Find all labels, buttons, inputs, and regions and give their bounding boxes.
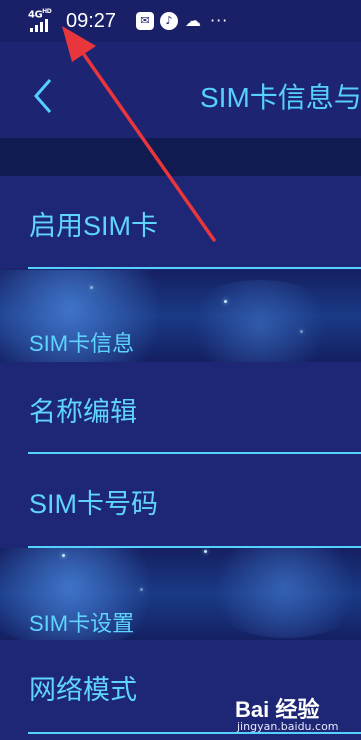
list-item-enable-sim[interactable]: 启用SIM卡 xyxy=(0,176,361,269)
message-icon: ✉ xyxy=(136,11,154,30)
chevron-left-icon[interactable] xyxy=(30,76,56,116)
section-title-sim-info: SIM卡信息 xyxy=(29,331,135,356)
network-hd: HD xyxy=(42,8,52,15)
section-header-sim-info: SIM卡信息 xyxy=(0,270,361,362)
status-time: 09:27 xyxy=(66,10,117,32)
list-item-label: 网络模式 xyxy=(29,675,137,705)
list-item-name-edit[interactable]: 名称编辑 xyxy=(0,362,361,454)
app-notification-icon: ♪ xyxy=(160,11,178,30)
page-title: SIM卡信息与 xyxy=(200,82,361,113)
section-header-sim-settings: SIM卡设置 xyxy=(0,548,361,640)
list-item-sim-number[interactable]: SIM卡号码 xyxy=(0,454,361,548)
list-item-label: 名称编辑 xyxy=(29,397,137,427)
app-header: SIM卡信息与 xyxy=(0,42,361,138)
divider xyxy=(28,267,361,269)
network-type: 4G xyxy=(28,9,43,21)
list-item-label: SIM卡号码 xyxy=(29,489,159,519)
status-bar: 4GHD 09:27 ✉ ♪ ☁ ··· xyxy=(0,0,361,42)
section-title-sim-settings: SIM卡设置 xyxy=(29,611,135,636)
header-divider-band xyxy=(0,138,361,176)
baidu-jingyan-watermark: Bai 经验 jingyan.baidu.com xyxy=(235,692,353,736)
cloud-icon: ☁ xyxy=(185,11,201,30)
list-item-label: 启用SIM卡 xyxy=(29,211,159,241)
more-notifications-icon: ··· xyxy=(210,11,229,30)
signal-icon: 4GHD xyxy=(28,8,58,34)
watermark-url: jingyan.baidu.com xyxy=(237,720,339,733)
